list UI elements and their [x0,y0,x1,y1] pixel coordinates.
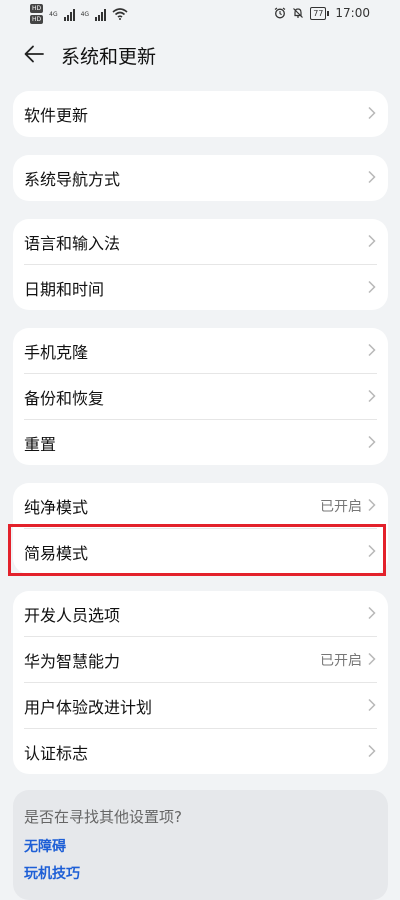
battery-icon: 77 [310,6,327,20]
chevron-right-icon [368,106,376,120]
signal1-icon [63,7,75,21]
mute-icon [293,8,304,18]
certification-item[interactable]: 认证标志 [13,729,388,774]
row-label: 手机克隆 [24,342,89,362]
arrow-left-icon [24,45,44,63]
tips-link[interactable]: 玩机技巧 [24,863,80,883]
header: 系统和更新 [0,30,400,78]
navigation-mode-item[interactable]: 系统导航方式 [13,155,388,200]
row-label: 用户体验改进计划 [24,697,153,717]
software-update-item[interactable]: 软件更新 [13,91,388,136]
clock: 17:00 [335,6,370,20]
chevron-right-icon [368,698,376,712]
backup-restore-item[interactable]: 备份和恢复 [13,374,388,419]
chevron-right-icon [368,652,376,666]
status-value: 已开启 [320,498,362,515]
status-value: 已开启 [320,652,362,669]
row-label: 华为智慧能力 [24,651,121,671]
battery-nub [327,10,330,16]
chevron-right-icon [368,435,376,449]
row-label: 软件更新 [24,105,89,125]
settings-card-1: 软件更新 [13,91,388,137]
chevron-right-icon [368,744,376,758]
highlight-box [8,524,386,576]
settings-card-3: 语言和输入法 日期和时间 [13,219,388,310]
settings-card-6: 开发人员选项 华为智慧能力 已开启 用户体验改进计划 认证标志 [13,591,388,774]
pure-mode-item[interactable]: 纯净模式 已开启 [13,483,388,528]
row-label: 重置 [24,434,57,454]
row-label: 纯净模式 [24,497,89,517]
status-right: 77 17:00 [274,6,370,20]
battery-level: 77 [313,8,324,18]
back-button[interactable] [18,38,50,70]
language-input-item[interactable]: 语言和输入法 [13,219,388,264]
net2-label: 4G [80,10,90,18]
suggestions-card: 是否在寻找其他设置项? 无障碍 玩机技巧 [13,790,388,900]
user-experience-item[interactable]: 用户体验改进计划 [13,683,388,728]
alarm-icon [274,7,286,19]
row-label: 备份和恢复 [24,388,105,408]
chevron-right-icon [368,234,376,248]
sim-indicators: HD HD [30,4,44,24]
row-label: 语言和输入法 [24,233,121,253]
settings-card-4: 手机克隆 备份和恢复 重置 [13,328,388,465]
row-label: 日期和时间 [24,279,105,299]
developer-options-item[interactable]: 开发人员选项 [13,591,388,636]
status-bar: HD HD 4G 4G 77 17:00 [0,0,400,28]
row-label: 认证标志 [24,743,89,763]
phone-clone-item[interactable]: 手机克隆 [13,328,388,373]
row-label: 系统导航方式 [24,169,121,189]
chevron-right-icon [368,389,376,403]
accessibility-link[interactable]: 无障碍 [24,836,66,856]
page-title: 系统和更新 [61,46,157,68]
reset-item[interactable]: 重置 [13,420,388,465]
date-time-item[interactable]: 日期和时间 [13,265,388,310]
wifi-icon [112,8,128,20]
suggestions-title: 是否在寻找其他设置项? [24,808,182,826]
chevron-right-icon [368,280,376,294]
net1-label: 4G [49,10,58,18]
settings-card-2: 系统导航方式 [13,155,388,201]
row-label: 开发人员选项 [24,605,121,625]
sim1-badge: HD [30,4,44,13]
chevron-right-icon [368,606,376,620]
status-left: HD HD 4G 4G [30,4,128,24]
signal2-icon [95,7,107,21]
chevron-right-icon [368,170,376,184]
chevron-right-icon [368,343,376,357]
chevron-right-icon [368,498,376,512]
sim2-badge: HD [30,15,44,24]
huawei-ai-item[interactable]: 华为智慧能力 已开启 [13,637,388,682]
